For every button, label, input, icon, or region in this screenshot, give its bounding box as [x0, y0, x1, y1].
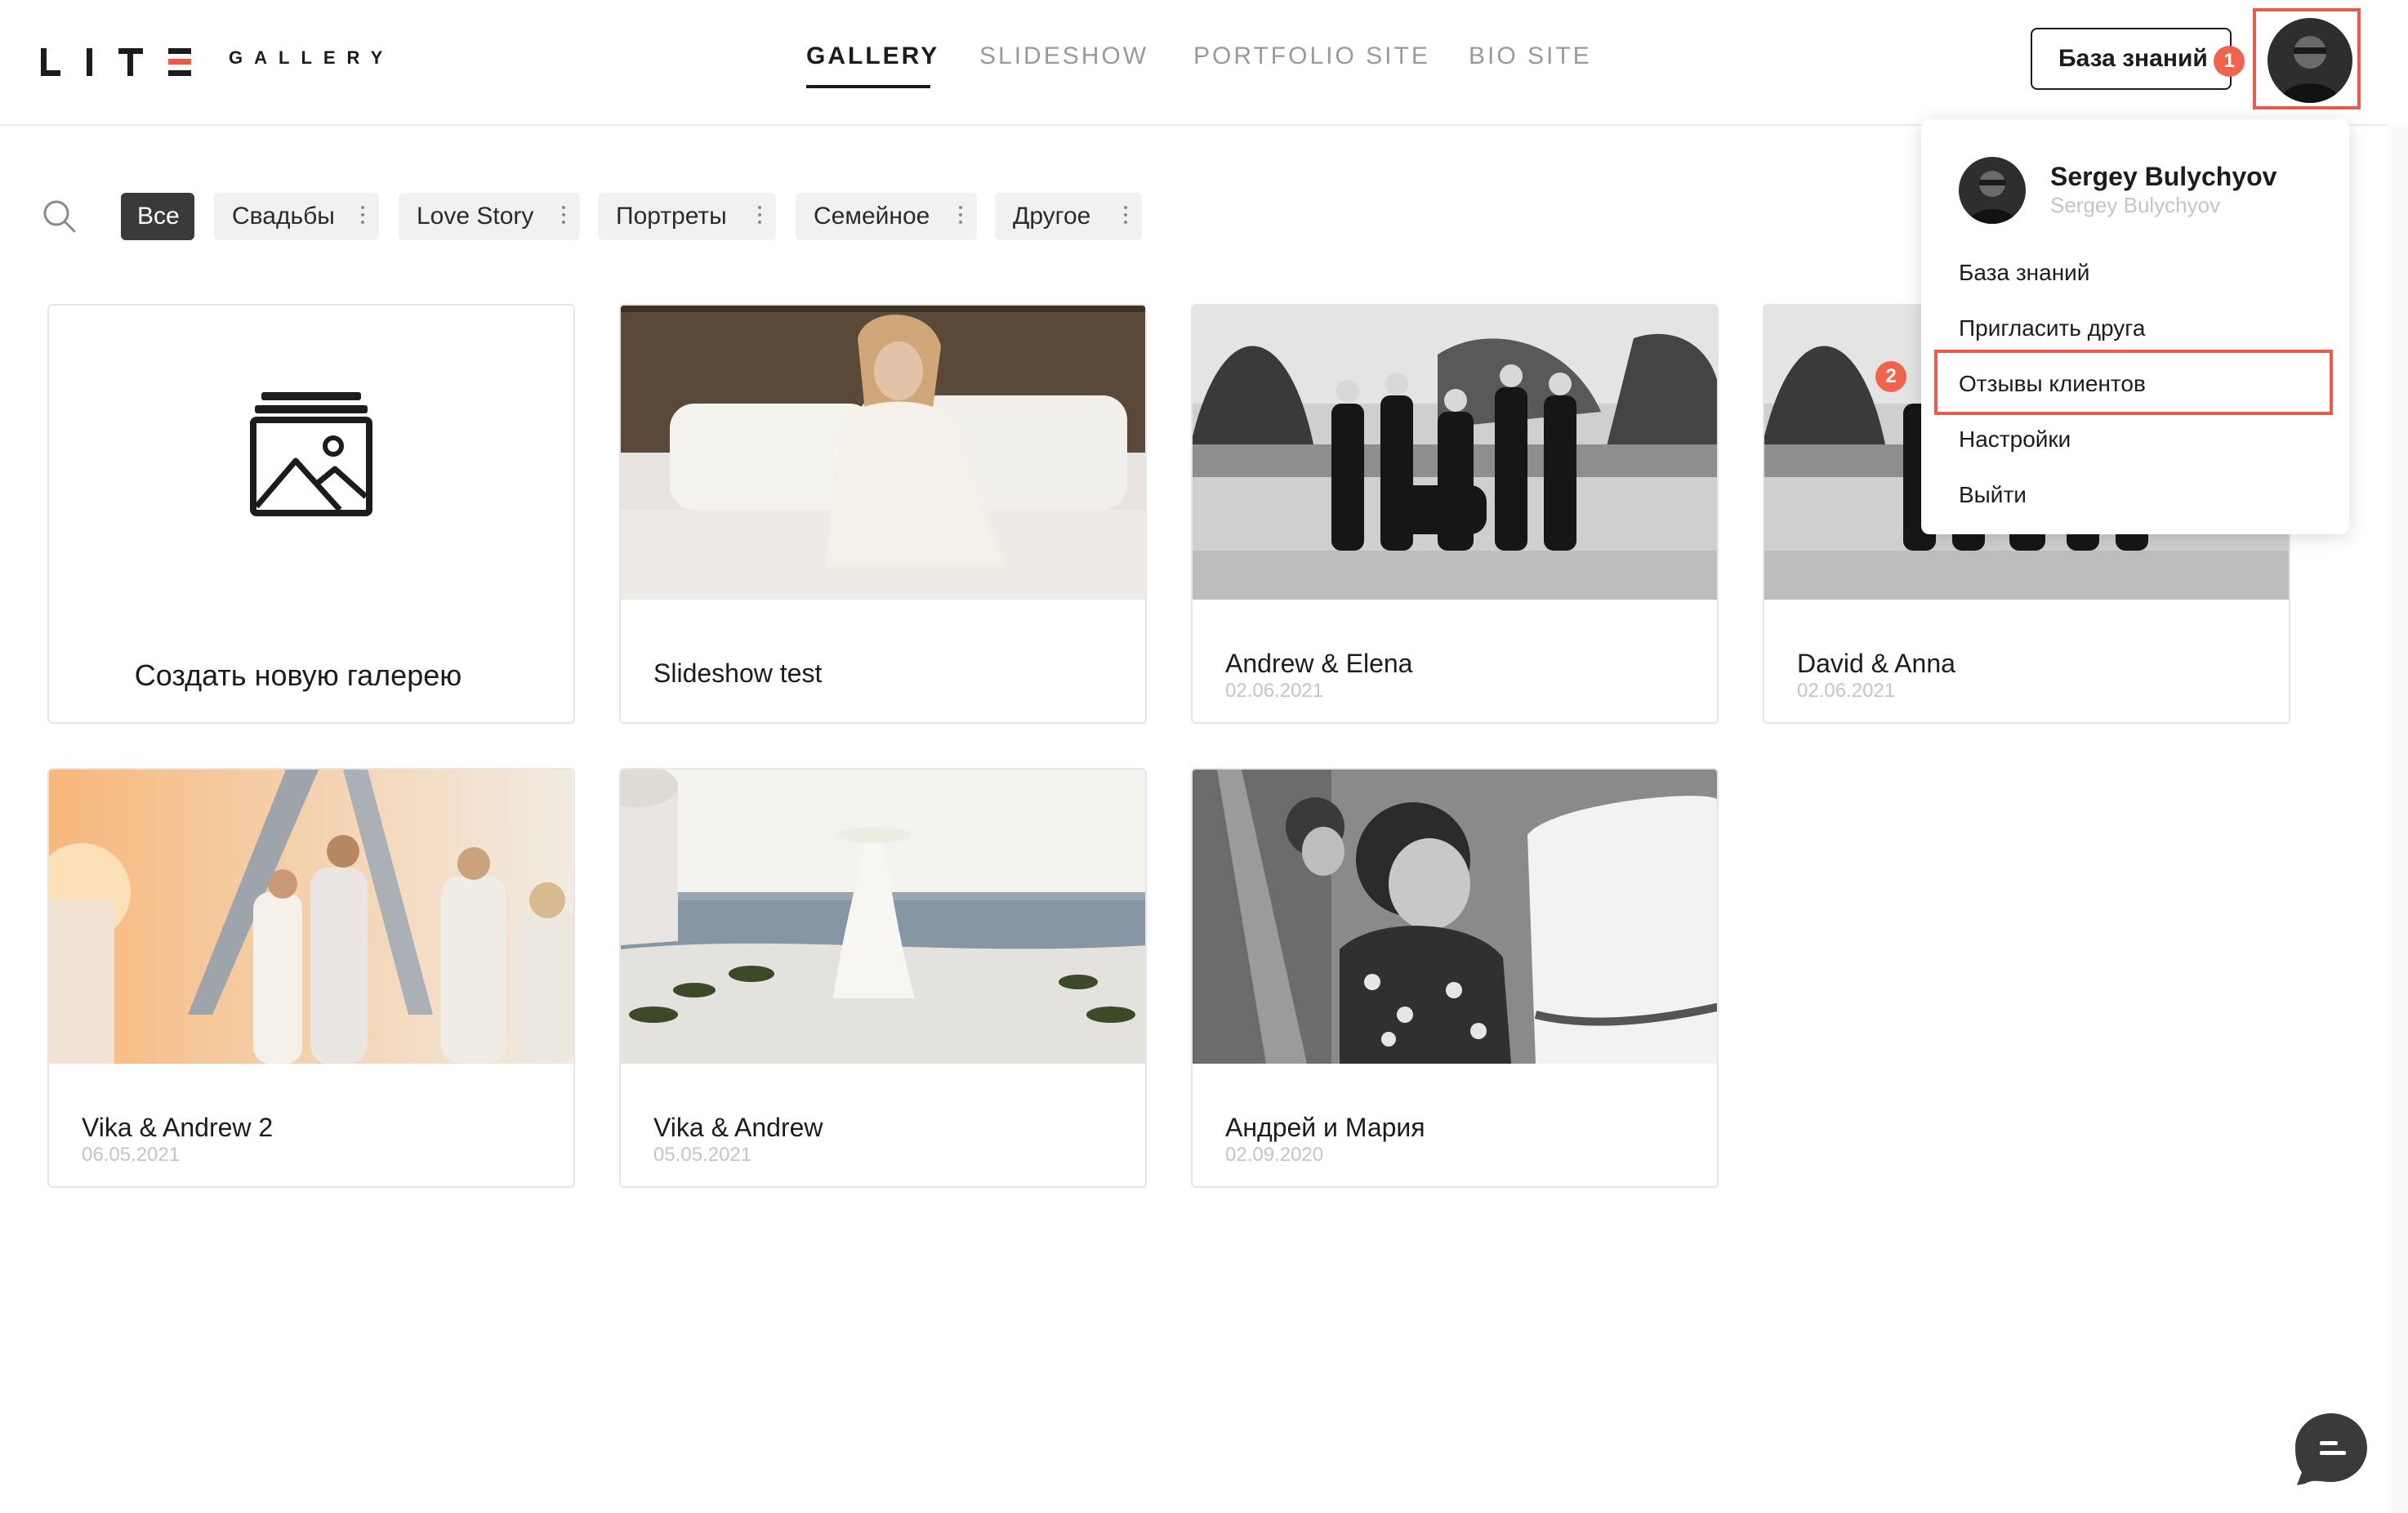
gallery-title: Vika & Andrew 2	[82, 1113, 274, 1142]
gallery-title: David & Anna	[1797, 649, 1955, 678]
menu-user-subtitle: Sergey Bulychyov	[2050, 193, 2221, 217]
menu-item-knowledge-base[interactable]: База знаний	[1959, 260, 2089, 286]
annotation-marker-2: 2	[1875, 361, 1906, 392]
logo-mark-icon	[41, 48, 191, 76]
menu-item-client-reviews[interactable]: Отзывы клиентов	[1959, 371, 2146, 397]
gallery-date: 05.05.2021	[653, 1144, 752, 1166]
gallery-date: 02.06.2021	[1225, 680, 1324, 702]
user-dropdown-menu: Sergey Bulychyov Sergey Bulychyov База з…	[1921, 119, 2349, 534]
nav-bio-site[interactable]: BIO SITE	[1469, 42, 1592, 70]
menu-item-settings[interactable]: Настройки	[1959, 426, 2071, 453]
gallery-card[interactable]: Andrew & Elena 02.06.2021	[1191, 304, 1719, 724]
avatar-photo-icon	[1959, 157, 2026, 224]
kebab-menu-icon[interactable]	[758, 206, 761, 228]
menu-user-name: Sergey Bulychyov	[2050, 162, 2277, 191]
gallery-card[interactable]: Vika & Andrew 05.05.2021	[619, 768, 1147, 1188]
menu-item-invite-friend[interactable]: Пригласить друга	[1959, 315, 2145, 341]
annotation-marker-1: 1	[2214, 46, 2245, 77]
user-avatar[interactable]	[2268, 18, 2352, 103]
top-header: GALLERY GALLERY SLIDESHOW PORTFOLIO SITE…	[0, 0, 2408, 126]
filter-label: Свадьбы	[232, 203, 335, 230]
gallery-card[interactable]: Андрей и Мария 02.09.2020	[1191, 768, 1719, 1188]
menu-avatar	[1959, 157, 2026, 224]
filter-love-story[interactable]: Love Story	[399, 193, 580, 240]
brand-logo[interactable]	[41, 46, 191, 78]
filter-portraits[interactable]: Портреты	[598, 193, 776, 240]
kebab-menu-icon[interactable]	[959, 206, 962, 228]
gallery-title: Slideshow test	[653, 658, 823, 688]
gallery-stack-icon	[250, 392, 372, 520]
nav-portfolio-site[interactable]: PORTFOLIO SITE	[1193, 42, 1430, 70]
avatar-photo-icon	[2268, 18, 2352, 103]
gallery-cover-photo	[1193, 770, 1717, 1064]
gallery-title: Андрей и Мария	[1225, 1113, 1425, 1142]
gallery-cover-photo	[621, 770, 1145, 1064]
gallery-cover-photo	[621, 306, 1145, 600]
knowledge-base-button[interactable]: База знаний	[2031, 28, 2232, 90]
gallery-title: Andrew & Elena	[1225, 649, 1413, 678]
create-gallery-label: Создать новую галерею	[134, 658, 462, 692]
filter-label: Портреты	[616, 203, 727, 230]
filter-other[interactable]: Другое	[995, 193, 1142, 240]
brand-subtitle: GALLERY	[229, 47, 395, 68]
filter-label: Другое	[1013, 203, 1091, 230]
filter-family[interactable]: Семейное	[796, 193, 977, 240]
gallery-date: 06.05.2021	[82, 1144, 181, 1166]
knowledge-base-label: База знаний	[2058, 45, 2208, 72]
create-gallery-card[interactable]: Создать новую галерею	[47, 304, 575, 724]
gallery-card[interactable]: Vika & Andrew 2 06.05.2021	[47, 768, 575, 1188]
gallery-date: 02.06.2021	[1797, 680, 1896, 702]
filter-label: Семейное	[814, 203, 930, 230]
nav-slideshow[interactable]: SLIDESHOW	[979, 42, 1148, 70]
gallery-card[interactable]: Slideshow test	[619, 304, 1147, 724]
page-scrollbar[interactable]	[2388, 124, 2408, 1513]
filter-label: Love Story	[417, 203, 534, 230]
gallery-title: Vika & Andrew	[653, 1113, 823, 1142]
gallery-date: 02.09.2020	[1225, 1144, 1324, 1166]
gallery-cover-photo	[49, 770, 573, 1064]
search-icon[interactable]	[42, 199, 77, 238]
menu-item-logout[interactable]: Выйти	[1959, 482, 2027, 508]
filter-all-label: Все	[137, 203, 180, 230]
kebab-menu-icon[interactable]	[562, 206, 565, 228]
chat-bubble-icon[interactable]	[2294, 1412, 2369, 1491]
gallery-cover-photo	[1193, 306, 1717, 600]
kebab-menu-icon[interactable]	[1124, 206, 1127, 228]
nav-active-underline	[806, 85, 930, 88]
filter-weddings[interactable]: Свадьбы	[214, 193, 379, 240]
kebab-menu-icon[interactable]	[361, 206, 364, 228]
filter-all[interactable]: Все	[121, 193, 194, 240]
nav-gallery[interactable]: GALLERY	[806, 42, 939, 70]
